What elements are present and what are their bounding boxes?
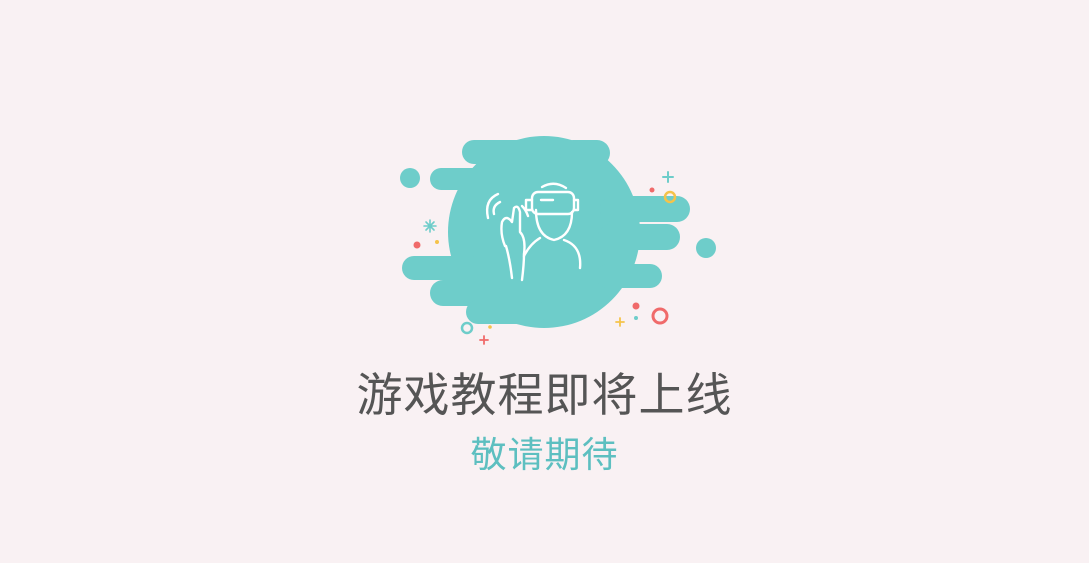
coming-soon-banner: 游戏教程即将上线 敬请期待 [0, 0, 1089, 563]
page-title: 游戏教程即将上线 [356, 368, 733, 422]
page-subtitle: 敬请期待 [470, 435, 619, 476]
splash-shape [400, 136, 716, 328]
vr-illustration [400, 136, 716, 345]
